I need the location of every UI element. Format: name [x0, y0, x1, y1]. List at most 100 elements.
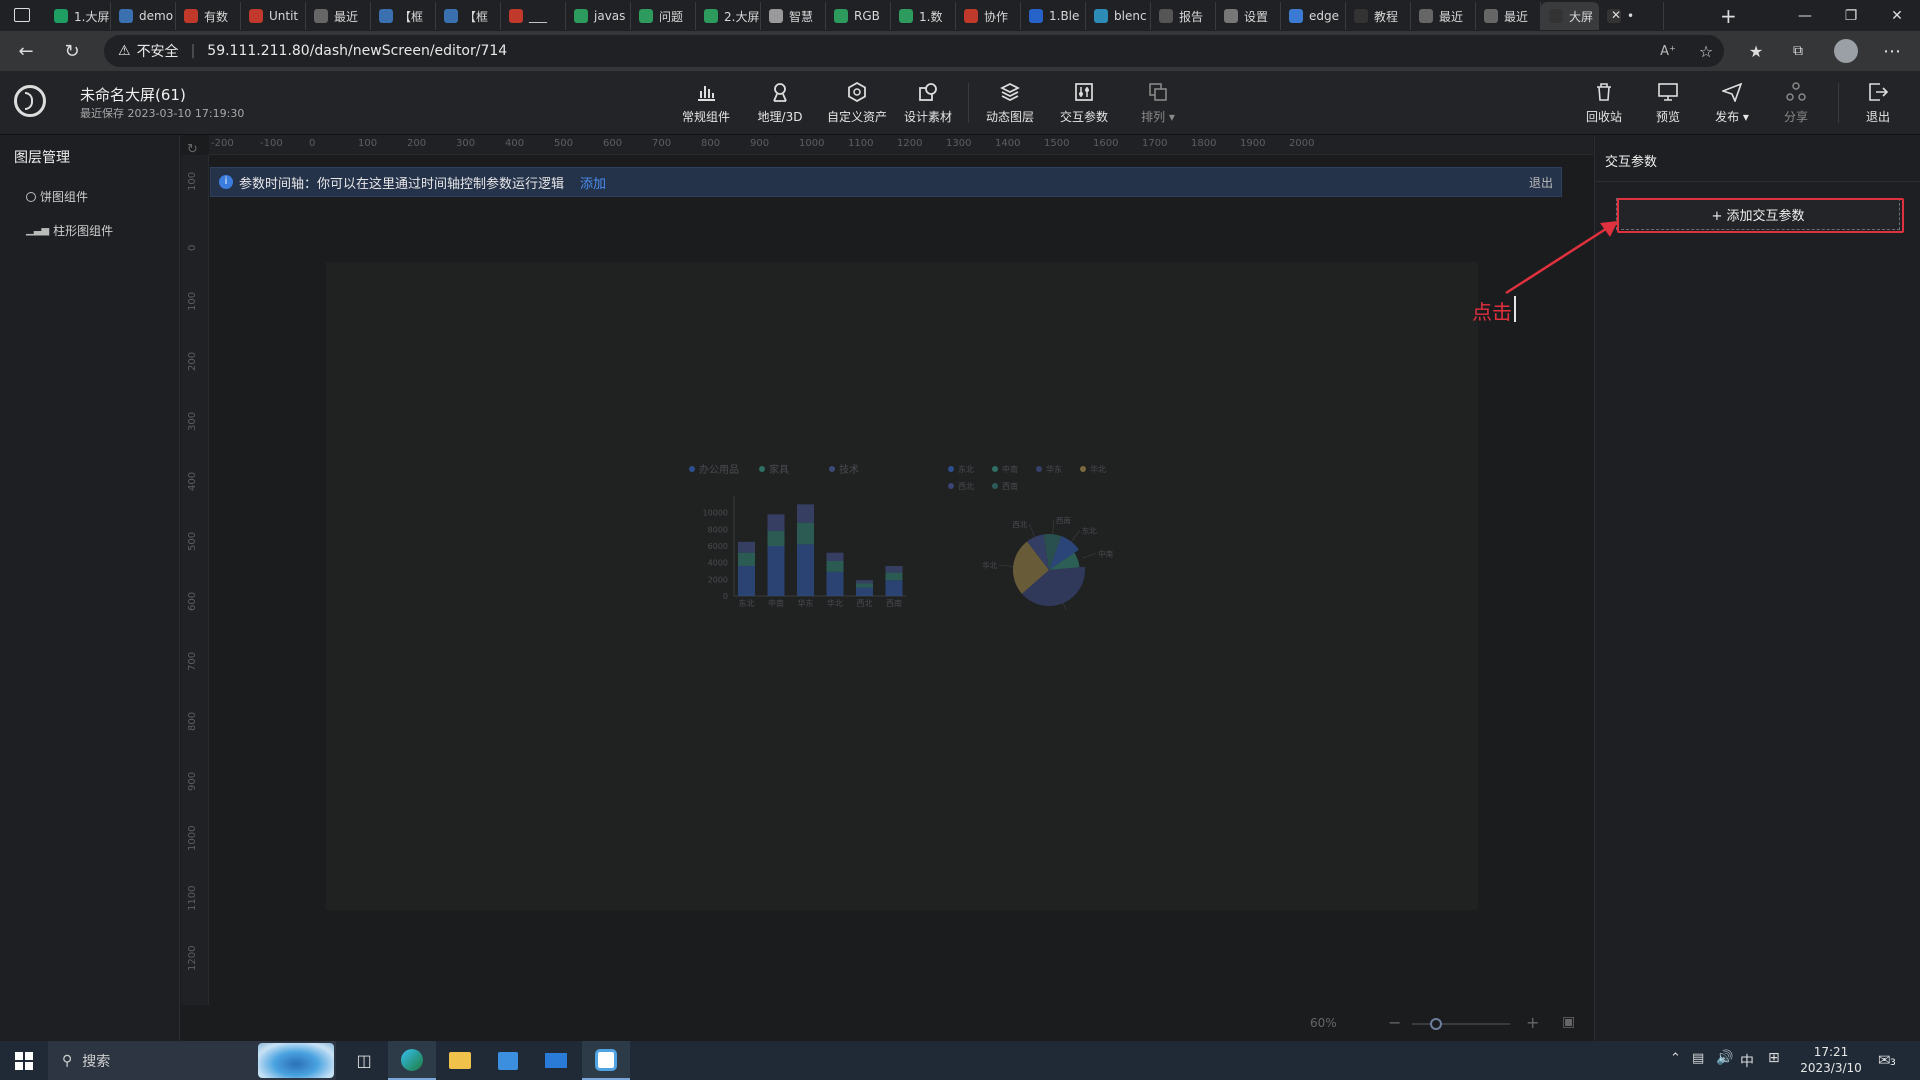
toolbar-publish[interactable]: 发布 ▾: [1700, 71, 1764, 135]
layer-panel-title: 图层管理: [14, 150, 70, 166]
timeline-exit-link[interactable]: 退出: [1529, 174, 1553, 191]
toolbar-custom-assets[interactable]: 自定义资产: [822, 71, 892, 135]
browser-tab[interactable]: 1.Ble: [1021, 2, 1086, 30]
restore-icon[interactable]: ❐: [1828, 0, 1874, 31]
add-favorite-icon[interactable]: ☆: [1694, 39, 1718, 63]
screen-canvas[interactable]: 办公用品 家具 技术 10000 8000 6000 4000 2000 0 东北 中南 华东 华北 西北…: [326, 262, 1478, 910]
read-aloud-icon[interactable]: A⁺: [1656, 39, 1680, 63]
timeline-add-link[interactable]: 添加: [580, 173, 606, 192]
minimize-icon[interactable]: —: [1782, 0, 1828, 31]
file-explorer-icon[interactable]: [436, 1041, 484, 1080]
toolbar-arrange[interactable]: 排列 ▾: [1126, 71, 1190, 135]
tab-label: 设置: [1244, 9, 1269, 24]
toolbar-design-materials[interactable]: 设计素材: [896, 71, 960, 135]
app-taskbar-icon[interactable]: [582, 1041, 630, 1080]
network-icon[interactable]: ▤: [1692, 1051, 1704, 1066]
toolbar-recycle-bin[interactable]: 回收站: [1572, 71, 1636, 135]
browser-tab[interactable]: 最近: [306, 2, 371, 30]
volume-icon[interactable]: 🔊: [1716, 1050, 1733, 1066]
browser-tab[interactable]: 设置: [1216, 2, 1281, 30]
toolbar-divider: [968, 83, 969, 123]
monitor-icon: [1657, 81, 1679, 103]
tab-label: 教程: [1374, 9, 1399, 24]
layer-item-pie[interactable]: 饼图组件: [26, 188, 88, 205]
ruler-tick-label: -200: [211, 138, 234, 149]
tab-label: 最近: [1504, 9, 1529, 24]
slice-label: 华北: [982, 560, 997, 570]
tab-favicon-icon: [379, 9, 393, 23]
fit-screen-icon[interactable]: ▣: [1562, 1014, 1575, 1030]
browser-tab[interactable]: 报告: [1151, 2, 1216, 30]
favorites-icon[interactable]: ★: [1744, 39, 1768, 63]
zoom-slider-handle[interactable]: [1430, 1018, 1442, 1030]
toolbar-common-components[interactable]: 常规组件: [674, 71, 738, 135]
toolbar-interactive-params[interactable]: 交互参数: [1052, 71, 1116, 135]
toolbar-exit[interactable]: 退出: [1846, 71, 1910, 135]
ime-indicator[interactable]: 中: [1740, 1051, 1754, 1071]
mail-icon[interactable]: [532, 1041, 580, 1080]
browser-tab[interactable]: 最近: [1411, 2, 1476, 30]
browser-tab[interactable]: 【框: [436, 2, 501, 30]
screen-title[interactable]: 未命名大屏(61): [80, 84, 186, 105]
new-tab-icon[interactable]: +: [1720, 4, 1737, 28]
browser-tab[interactable]: Untit: [241, 2, 306, 30]
task-view-icon[interactable]: ◫: [340, 1041, 388, 1080]
browser-tab[interactable]: javas: [566, 2, 631, 30]
toolbar-geo-3d[interactable]: 地理/3D: [748, 71, 812, 135]
tab-favicon-icon: [964, 9, 978, 23]
browser-tab[interactable]: 教程: [1346, 2, 1411, 30]
browser-tab[interactable]: 有数: [176, 2, 241, 30]
browser-tab[interactable]: 1.大屏: [46, 2, 111, 30]
store-icon[interactable]: [484, 1041, 532, 1080]
reload-icon[interactable]: ↻: [60, 39, 84, 63]
toolbar-share[interactable]: 分享: [1764, 71, 1828, 135]
bar: [767, 546, 785, 596]
browser-tab[interactable]: blenc: [1086, 2, 1151, 30]
clock[interactable]: 17:21 2023/3/10: [1796, 1044, 1866, 1076]
browser-tab[interactable]: demo: [111, 2, 176, 30]
taskbar-search[interactable]: ⚲ 搜索: [48, 1041, 336, 1080]
slice-label-line: [999, 564, 1014, 567]
collections-icon[interactable]: ⧉: [1786, 39, 1810, 63]
close-tab-icon[interactable]: ✕: [1611, 8, 1621, 22]
warning-icon: ⚠: [118, 43, 131, 59]
notification-center-icon[interactable]: ✉ 3: [1878, 1050, 1900, 1070]
toolbar-preview[interactable]: 预览: [1636, 71, 1700, 135]
browser-tab[interactable]: RGB: [826, 2, 891, 30]
zoom-in-icon[interactable]: +: [1526, 1013, 1539, 1032]
url-field[interactable]: ⚠ 不安全 | 59.111.211.80/dash/newScreen/edi…: [104, 35, 1724, 67]
back-icon[interactable]: ←: [14, 39, 38, 63]
input-mode-icon[interactable]: ⊞: [1768, 1050, 1780, 1066]
tab-favicon-icon: [1094, 9, 1108, 23]
tray-chevron-icon[interactable]: ⌃: [1670, 1051, 1681, 1066]
profile-avatar[interactable]: [1834, 39, 1858, 63]
browser-tab[interactable]: 问题: [631, 2, 696, 30]
edge-taskbar-icon[interactable]: [388, 1041, 436, 1080]
toolbar-label: 交互参数: [1059, 110, 1108, 124]
windows-start-icon[interactable]: [0, 1041, 48, 1080]
browser-tab[interactable]: •: [1599, 2, 1664, 30]
toolbar-dynamic-layers[interactable]: 动态图层: [978, 71, 1042, 135]
close-window-icon[interactable]: ✕: [1874, 0, 1920, 31]
browser-tab[interactable]: 协作: [956, 2, 1021, 30]
browser-tab[interactable]: 1.数: [891, 2, 956, 30]
browser-tab[interactable]: 最近: [1476, 2, 1541, 30]
zoom-value[interactable]: 60%: [1310, 1016, 1337, 1030]
browser-tab[interactable]: 【框: [371, 2, 436, 30]
layer-item-bar[interactable]: ▁▃▅ 柱形图组件: [26, 222, 113, 239]
vertical-ruler: 100 0 100 200 300 400 500 600 700 800 900 1000 1100 1…: [181, 155, 209, 1005]
browser-tab[interactable]: 大屏: [1541, 2, 1599, 30]
browser-tab[interactable]: edge: [1281, 2, 1346, 30]
browser-tab[interactable]: 智慧: [761, 2, 826, 30]
bar-chart-component[interactable]: 办公用品 家具 技术 10000 8000 6000 4000 2000 0 东北 中南 华东 华北 西北…: [686, 460, 906, 610]
browser-tab[interactable]: ___: [501, 2, 566, 30]
more-menu-icon[interactable]: ⋯: [1880, 39, 1904, 63]
pie-chart-component[interactable]: 东北中南华东华北西北西南东北中南华东华北西北西南: [946, 460, 1146, 610]
zoom-out-icon[interactable]: −: [1388, 1013, 1401, 1032]
ruler-tick-label: 100: [187, 291, 198, 311]
browser-tab[interactable]: 2.大屏: [696, 2, 761, 30]
zoom-slider-track[interactable]: [1412, 1023, 1510, 1025]
tab-actions-icon[interactable]: [14, 8, 30, 22]
ruler-tick-label: 200: [407, 138, 427, 149]
map-pin-icon: [769, 81, 791, 103]
